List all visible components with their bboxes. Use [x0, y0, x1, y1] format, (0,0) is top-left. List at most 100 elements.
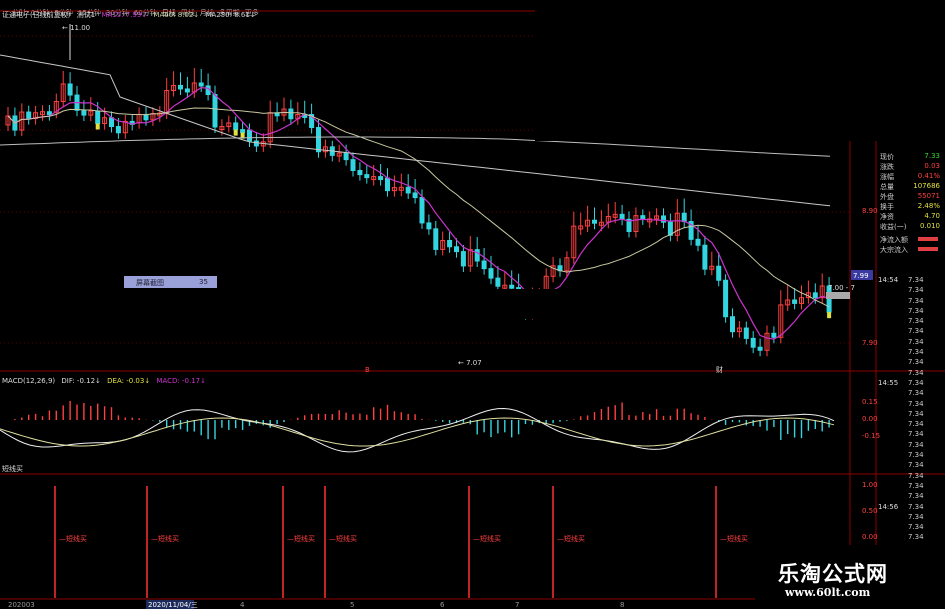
tick-row: 7.34	[908, 492, 924, 501]
tick-row: 7.34	[908, 327, 924, 336]
tick-row: 7.34	[908, 430, 924, 439]
ma15-label: MA15: 7.99↓	[101, 11, 148, 19]
tick-row: 7.34	[908, 317, 924, 326]
event-label-b: B	[365, 366, 370, 374]
last-label: 7.00 - 7	[828, 284, 855, 292]
quote-key: 换手	[880, 203, 894, 211]
quote-value: 0.03	[924, 162, 940, 170]
candle-body	[378, 176, 384, 181]
masked-region-top	[535, 0, 945, 141]
tick-row: 7.34	[908, 409, 924, 418]
candle-yellow	[233, 129, 238, 136]
signal-title: 短线买	[2, 465, 23, 473]
high-marker: ← 11.00	[62, 24, 90, 32]
candle-body	[757, 346, 763, 351]
quote-key: 涨幅	[880, 173, 894, 181]
date-label: 5	[350, 601, 354, 609]
tick-row: 7.34	[908, 399, 924, 408]
candle-body	[143, 113, 149, 121]
price-axis-label: 7.90	[862, 339, 878, 347]
quote-key: 涨跌	[880, 163, 894, 171]
dea-label: DEA: -0.03↓	[107, 377, 151, 385]
ma60-label: MA60: 8.02↓	[153, 11, 200, 19]
candle-body	[716, 265, 722, 281]
watermark-title: 乐淘公式网	[778, 562, 888, 586]
stock-name: 证通电子(日线前复权)	[2, 11, 71, 19]
date-label: 6	[440, 601, 445, 609]
tick-row: 7.34	[908, 348, 924, 357]
candle-body	[750, 337, 756, 348]
candle-body	[619, 213, 625, 220]
dif-line	[0, 407, 835, 453]
candle-body	[357, 170, 363, 176]
candle-body	[233, 122, 239, 131]
watermark: 乐淘公式网 www.60lt.com	[755, 545, 945, 609]
tick-row: 7.34	[908, 337, 924, 346]
tick-row: 7.34	[908, 286, 924, 295]
candle-body	[253, 140, 259, 147]
price-tag: 7.99	[853, 272, 869, 280]
candle-body	[426, 222, 432, 230]
candle-body	[771, 332, 777, 338]
ma250-label: MA250: 8.61↓	[205, 11, 256, 19]
candle-body	[288, 108, 294, 120]
quote-key: 现价	[880, 153, 894, 161]
quote-value: 0.010	[919, 222, 940, 230]
popup-value: 35	[199, 278, 208, 286]
flow-label: 大宗流入	[880, 246, 908, 254]
macd-axis-label: 0.00	[862, 415, 878, 423]
candle-body	[316, 127, 321, 153]
candle-body	[447, 240, 453, 248]
candle-body	[412, 192, 418, 199]
signal-label: —短线买	[151, 534, 179, 543]
candle-body	[46, 111, 52, 116]
candle-body	[198, 82, 204, 87]
signal-label: —短线买	[557, 534, 585, 543]
signal-label: —短线买	[720, 534, 748, 543]
candle-body	[178, 84, 183, 90]
low-marker: ← 7.07	[458, 359, 482, 367]
candle-body	[474, 249, 480, 262]
candle-body	[743, 327, 749, 339]
tick-row: 7.34	[908, 523, 924, 532]
candle-body	[240, 129, 246, 134]
date-label: 4	[240, 601, 245, 609]
macd-info-line: MACD(12,26,9) DIF: -0.12↓ DEA: -0.03↓ MA…	[2, 378, 206, 385]
candle-body	[702, 244, 708, 270]
candle-body	[481, 260, 487, 270]
indicator-name[interactable]: 测试1	[77, 11, 95, 19]
quote-key: 外盘	[880, 193, 894, 201]
tick-row: 7.34	[908, 420, 924, 429]
quote-value: 7.33	[924, 152, 940, 160]
candle-body	[640, 215, 646, 220]
candle-body	[509, 284, 515, 289]
candle-body	[343, 152, 349, 161]
candle-body	[460, 251, 466, 267]
candle-body	[695, 238, 701, 246]
tick-row: 7.34	[908, 533, 924, 542]
tick-row: 7.34	[908, 358, 924, 367]
tick-row: 7.34	[908, 296, 924, 305]
signal-label: —短线买	[473, 534, 501, 543]
event-label-fin: 财	[716, 365, 723, 374]
screenshot-popup[interactable]: 屏幕截图 35	[124, 276, 217, 288]
candle-body	[405, 186, 411, 194]
candle-body	[95, 110, 101, 124]
candle-body	[723, 279, 729, 318]
popup-label: 屏幕截图	[136, 279, 164, 287]
candle-body	[812, 292, 818, 299]
signal-info-line: 短线买	[2, 466, 23, 473]
candle-body	[115, 126, 121, 134]
tick-row: 14:54 7.34	[878, 276, 924, 284]
flow-label: 净流入额	[880, 236, 908, 244]
candle-body	[730, 316, 735, 333]
candle-yellow	[827, 312, 832, 319]
candle-body	[681, 212, 687, 223]
masked-region-mid	[360, 289, 592, 319]
macd-axis-label: 0.15	[862, 398, 878, 406]
quote-key: 收益(一)	[880, 223, 907, 231]
candle-body	[385, 177, 390, 192]
quote-value: 107686	[913, 182, 940, 190]
macd-title: MACD(12,26,9)	[2, 377, 56, 385]
tick-row: 7.34	[908, 440, 924, 449]
